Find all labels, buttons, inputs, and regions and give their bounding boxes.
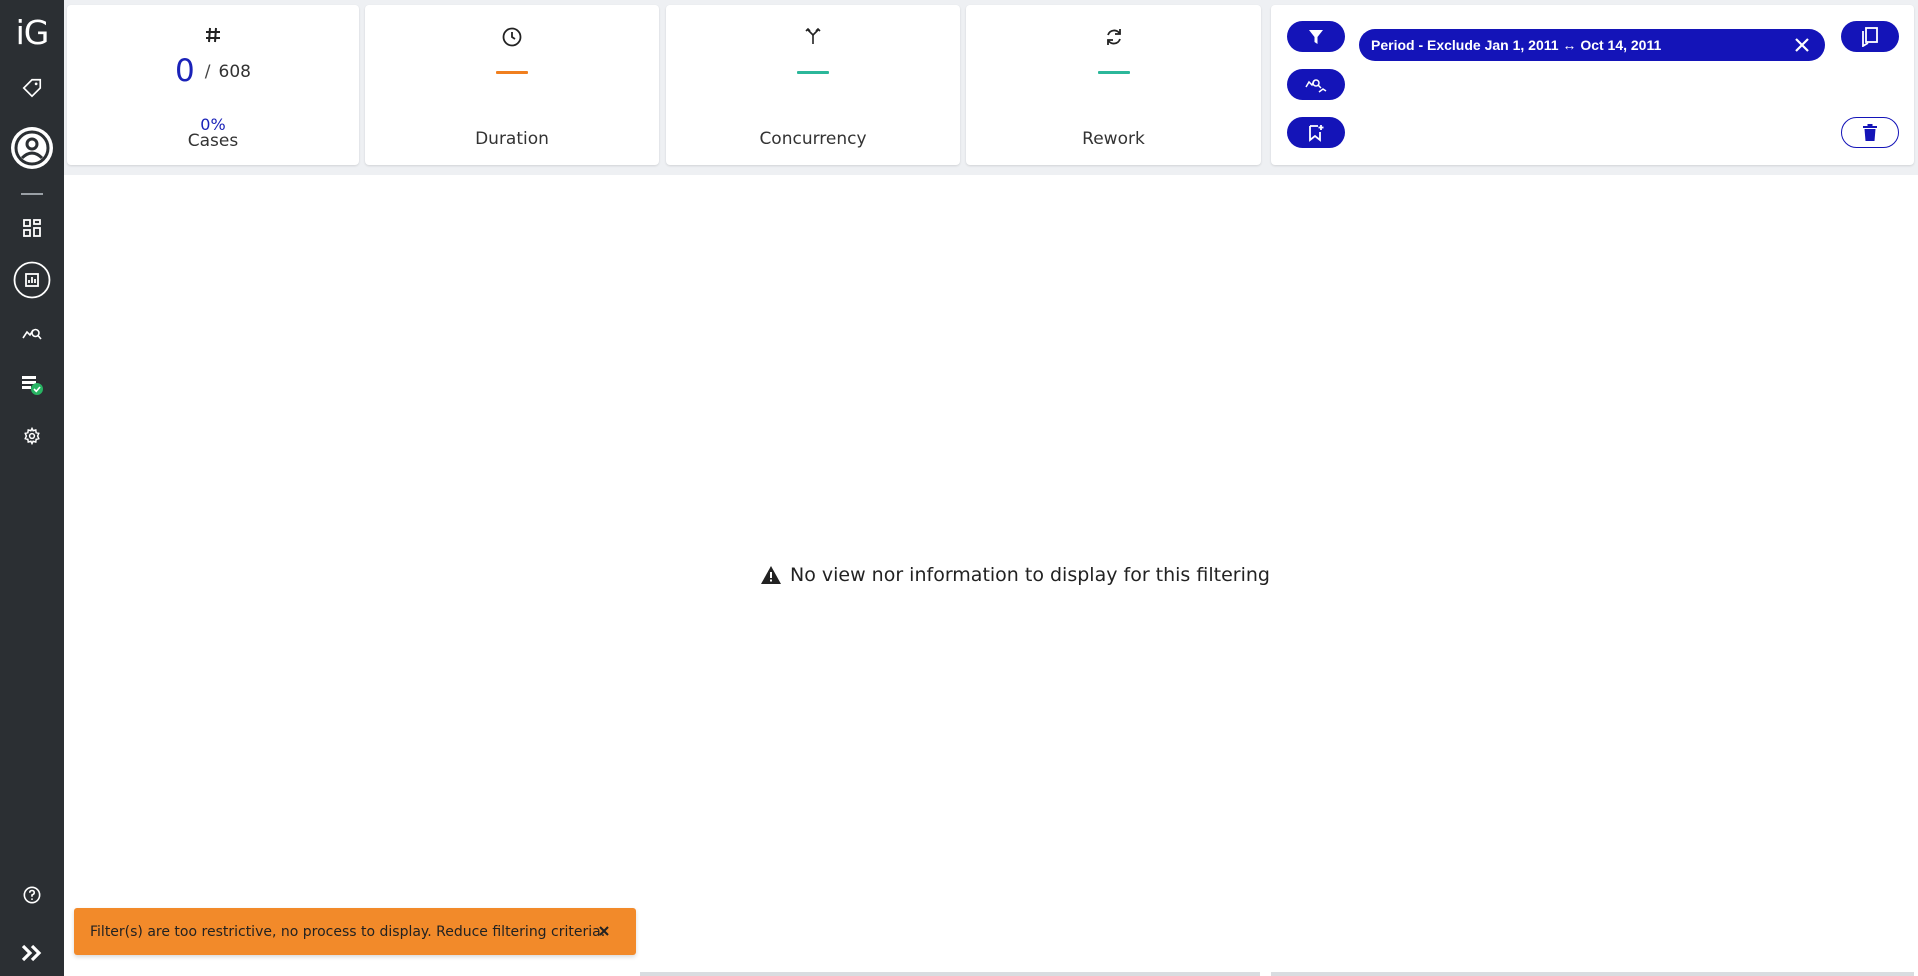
tag-icon[interactable] (0, 68, 64, 108)
empty-state: No view nor information to display for t… (760, 564, 1270, 586)
duration-label: Duration (475, 129, 549, 149)
expand-chevrons-icon[interactable] (0, 933, 64, 973)
sidebar: iG (0, 0, 64, 976)
stat-card-concurrency[interactable]: Concurrency (666, 5, 960, 165)
process-filter-button[interactable] (1287, 69, 1345, 100)
warning-icon (761, 566, 781, 584)
stat-card-duration[interactable]: Duration (365, 5, 659, 165)
warning-toast: Filter(s) are too restrictive, no proces… (74, 908, 636, 955)
copy-filters-button[interactable] (1841, 21, 1899, 52)
bookmark-add-icon (1309, 124, 1324, 142)
empty-state-message: No view nor information to display for t… (790, 564, 1270, 586)
main-view: No view nor information to display for t… (64, 175, 1918, 976)
sidebar-divider (21, 193, 43, 195)
help-icon[interactable] (0, 875, 64, 915)
cases-count: 0 / 608 (67, 53, 359, 89)
cases-value: 0 (175, 53, 195, 89)
gear-icon[interactable] (0, 416, 64, 456)
dashboard-grid-icon[interactable] (0, 208, 64, 248)
process-analysis-icon[interactable] (0, 313, 64, 353)
concurrency-indicator (797, 71, 829, 74)
delete-filters-button[interactable] (1841, 117, 1899, 148)
cases-label: Cases (187, 131, 239, 151)
report-chart-icon[interactable] (0, 260, 64, 300)
close-icon[interactable] (596, 923, 612, 939)
rework-indicator (1097, 71, 1130, 74)
stat-card-cases[interactable]: 0/608 0% Cases (67, 5, 359, 165)
filter-panel: Period - Exclude Jan 1, 2011 ↔ Oct 14, 2… (1271, 5, 1914, 165)
hash-icon (67, 27, 359, 43)
refresh-icon (966, 27, 1261, 47)
cases-separator: / (204, 62, 211, 82)
stat-card-rework[interactable]: Rework (966, 5, 1261, 165)
clock-icon (365, 27, 659, 47)
main-bottom-edge (640, 972, 1260, 976)
merge-arrows-icon (666, 27, 960, 45)
save-filter-button[interactable] (1287, 117, 1345, 148)
close-icon[interactable] (1793, 36, 1811, 54)
user-circle-icon[interactable] (0, 126, 64, 170)
process-analysis-icon (1305, 78, 1327, 93)
filter-funnel-icon (1309, 29, 1323, 44)
filter-button[interactable] (1287, 21, 1345, 52)
rework-label: Rework (1082, 129, 1145, 149)
cases-total: 608 (218, 62, 251, 82)
filter-chip-period[interactable]: Period - Exclude Jan 1, 2011 ↔ Oct 14, 2… (1359, 29, 1825, 61)
copy-bookmark-icon (1862, 26, 1878, 47)
concurrency-label: Concurrency (759, 129, 867, 149)
panel-bottom-edge (1271, 972, 1914, 976)
data-check-icon[interactable] (0, 365, 64, 405)
app-logo[interactable]: iG (0, 10, 64, 54)
filter-chip-label: Period - Exclude Jan 1, 2011 ↔ Oct 14, 2… (1371, 37, 1662, 53)
toast-message: Filter(s) are too restrictive, no proces… (90, 923, 606, 940)
trash-icon (1863, 123, 1877, 141)
duration-indicator (496, 71, 528, 74)
